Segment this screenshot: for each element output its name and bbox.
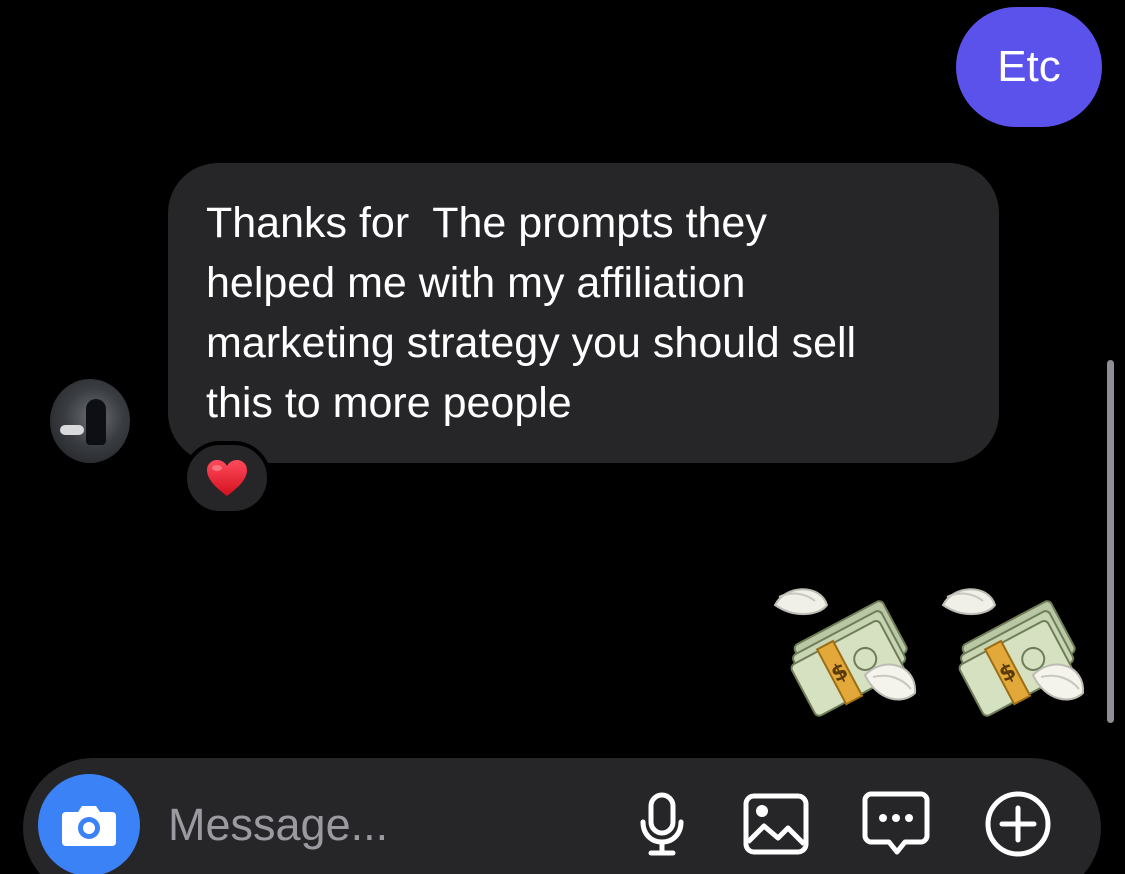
- outgoing-message-text: Etc: [997, 42, 1061, 91]
- gallery-button[interactable]: [740, 788, 812, 860]
- scrollbar[interactable]: [1107, 360, 1114, 723]
- add-button[interactable]: [982, 788, 1054, 860]
- avatar-person: [86, 399, 106, 445]
- sticker-button[interactable]: [860, 788, 932, 860]
- heart-icon: [207, 460, 247, 496]
- chat-screen: Etc Thanks for The prompts they helped m…: [0, 0, 1125, 874]
- microphone-icon: [640, 792, 684, 856]
- message-input[interactable]: [168, 790, 588, 860]
- gallery-icon: [743, 793, 809, 855]
- camera-button[interactable]: [38, 774, 140, 874]
- plus-icon: [985, 791, 1051, 857]
- avatar-chair: [60, 425, 84, 435]
- heart-reaction[interactable]: [183, 441, 271, 515]
- money-with-wings-icon: $: [773, 588, 917, 717]
- incoming-message-text: Thanks for The prompts they helped me wi…: [206, 199, 857, 427]
- outgoing-message-bubble[interactable]: Etc: [956, 7, 1102, 127]
- sticker-icon: [862, 791, 930, 855]
- sender-avatar[interactable]: [50, 379, 130, 463]
- emoji-message[interactable]: $ $: [765, 575, 1095, 725]
- camera-icon: [62, 806, 116, 846]
- money-with-wings-icon: $: [941, 588, 1085, 717]
- incoming-message-bubble[interactable]: Thanks for The prompts they helped me wi…: [168, 163, 999, 463]
- microphone-button[interactable]: [626, 788, 698, 860]
